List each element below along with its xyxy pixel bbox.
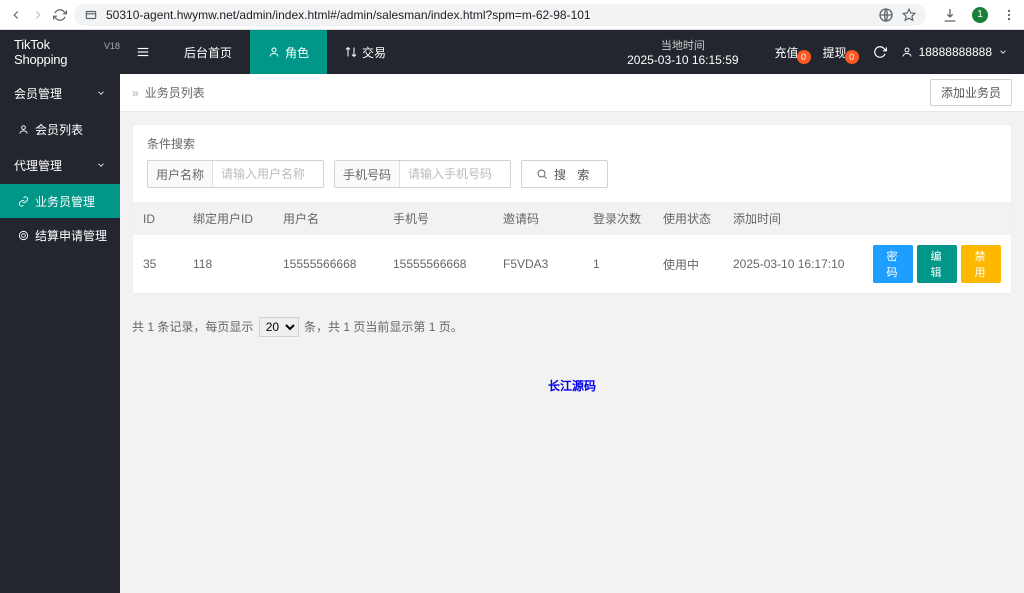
breadcrumb: » 业务员列表: [132, 84, 205, 101]
recharge-link[interactable]: 充值 0: [763, 44, 811, 61]
sidebar: 会员管理 会员列表 代理管理 业务员管理 结算申请管理: [0, 74, 120, 593]
cell-id: 35: [133, 235, 183, 294]
topbar: TikTok Shopping V18 后台首页 角色 交易 当地时间 2025…: [0, 30, 1024, 74]
phone-input[interactable]: [400, 161, 510, 187]
cell-login-count: 1: [583, 235, 653, 294]
cell-add-time: 2025-03-10 16:17:10: [723, 235, 863, 294]
user-icon: [268, 46, 280, 58]
th-id: ID: [133, 202, 183, 235]
recharge-badge: 0: [797, 50, 811, 64]
th-status: 使用状态: [653, 202, 723, 235]
chrome-menu-icon[interactable]: [1002, 8, 1016, 22]
url-bar[interactable]: 50310-agent.hwymw.net/admin/index.html#/…: [74, 4, 926, 26]
page-size-select[interactable]: 20: [259, 317, 299, 337]
username-field-group: 用户名称: [147, 160, 324, 188]
breadcrumb-bar: » 业务员列表 添加业务员: [120, 74, 1024, 112]
refresh-button[interactable]: [873, 45, 887, 59]
browser-back[interactable]: [8, 7, 24, 23]
th-invite: 邀请码: [493, 202, 583, 235]
browser-chrome: 50310-agent.hwymw.net/admin/index.html#/…: [0, 0, 1024, 30]
site-settings-icon: [84, 8, 98, 22]
target-icon: [18, 230, 29, 241]
translate-icon[interactable]: [878, 7, 894, 23]
user-icon: [18, 124, 29, 135]
bookmark-star-icon[interactable]: [902, 8, 916, 22]
logo: TikTok Shopping V18: [0, 37, 120, 67]
th-bind-uid: 绑定用户ID: [183, 202, 273, 235]
refresh-icon: [873, 45, 887, 59]
link-icon: [18, 196, 29, 207]
username-label: 用户名称: [148, 161, 213, 187]
main-content: » 业务员列表 添加业务员 条件搜索 用户名称 手机号码: [120, 74, 1024, 593]
phone-field-group: 手机号码: [334, 160, 511, 188]
table-header-row: ID 绑定用户ID 用户名 手机号 邀请码 登录次数 使用状态 添加时间: [133, 202, 1011, 235]
add-salesman-button[interactable]: 添加业务员: [930, 79, 1012, 106]
row-pwd-button[interactable]: 密 码: [873, 245, 913, 283]
user-menu[interactable]: 18888888888: [901, 45, 1008, 59]
row-edit-button[interactable]: 编 辑: [917, 245, 957, 283]
cell-status: 使用中: [653, 235, 723, 294]
user-icon: [901, 46, 913, 58]
th-username: 用户名: [273, 202, 383, 235]
browser-reload[interactable]: [52, 7, 68, 23]
cell-bind-uid: 118: [183, 235, 273, 294]
username-input[interactable]: [213, 161, 323, 187]
table-row: 35 118 15555566668 15555566668 F5VDA3 1 …: [133, 235, 1011, 294]
chevron-down-icon: [998, 47, 1008, 57]
download-icon[interactable]: [942, 7, 958, 23]
pager: 共 1 条记录，每页显示 20 条，共 1 页当前显示第 1 页。: [132, 307, 1012, 347]
chevron-down-icon: [96, 160, 106, 170]
search-title: 条件搜索: [147, 135, 997, 152]
breadcrumb-arrow-icon: »: [132, 86, 139, 100]
th-actions: [863, 202, 1011, 235]
browser-forward[interactable]: [30, 7, 46, 23]
tab-trade[interactable]: 交易: [327, 30, 404, 74]
cell-invite: F5VDA3: [493, 235, 583, 294]
logo-version: V18: [104, 41, 120, 51]
tab-home[interactable]: 后台首页: [166, 30, 250, 74]
list-panel: 条件搜索 用户名称 手机号码 搜 索: [132, 124, 1012, 295]
sidebar-item-settlement[interactable]: 结算申请管理: [0, 218, 120, 252]
url-text: 50310-agent.hwymw.net/admin/index.html#/…: [106, 8, 870, 22]
search-button[interactable]: 搜 索: [521, 160, 608, 188]
th-add-time: 添加时间: [723, 202, 863, 235]
search-block: 条件搜索 用户名称 手机号码 搜 索: [133, 125, 1011, 202]
local-time: 当地时间 2025-03-10 16:15:59: [627, 37, 738, 67]
sidebar-item-salesman[interactable]: 业务员管理: [0, 184, 120, 218]
trade-icon: [345, 46, 357, 58]
pager-suffix: 条，共 1 页当前显示第 1 页。: [304, 320, 463, 334]
sidebar-group-agent[interactable]: 代理管理: [0, 146, 120, 184]
logo-text: TikTok Shopping: [14, 37, 102, 67]
watermark-link[interactable]: 长江源码: [548, 379, 596, 393]
withdraw-badge: 0: [845, 50, 859, 64]
salesman-table: ID 绑定用户ID 用户名 手机号 邀请码 登录次数 使用状态 添加时间 35: [133, 202, 1011, 294]
row-disable-button[interactable]: 禁 用: [961, 245, 1001, 283]
hamburger-icon: [136, 45, 150, 59]
profile-badge[interactable]: 1: [972, 7, 988, 23]
chevron-down-icon: [96, 88, 106, 98]
sidebar-toggle[interactable]: [120, 45, 166, 59]
tab-role[interactable]: 角色: [250, 30, 327, 74]
withdraw-link[interactable]: 提现 0: [811, 44, 859, 61]
watermark: 长江源码: [120, 377, 1024, 394]
sidebar-item-member-list[interactable]: 会员列表: [0, 112, 120, 146]
th-phone: 手机号: [383, 202, 493, 235]
sidebar-group-member[interactable]: 会员管理: [0, 74, 120, 112]
cell-username: 15555566668: [273, 235, 383, 294]
th-login-count: 登录次数: [583, 202, 653, 235]
pager-prefix: 共 1 条记录，每页显示: [132, 320, 253, 334]
cell-phone: 15555566668: [383, 235, 493, 294]
phone-label: 手机号码: [335, 161, 400, 187]
search-icon: [536, 168, 548, 180]
